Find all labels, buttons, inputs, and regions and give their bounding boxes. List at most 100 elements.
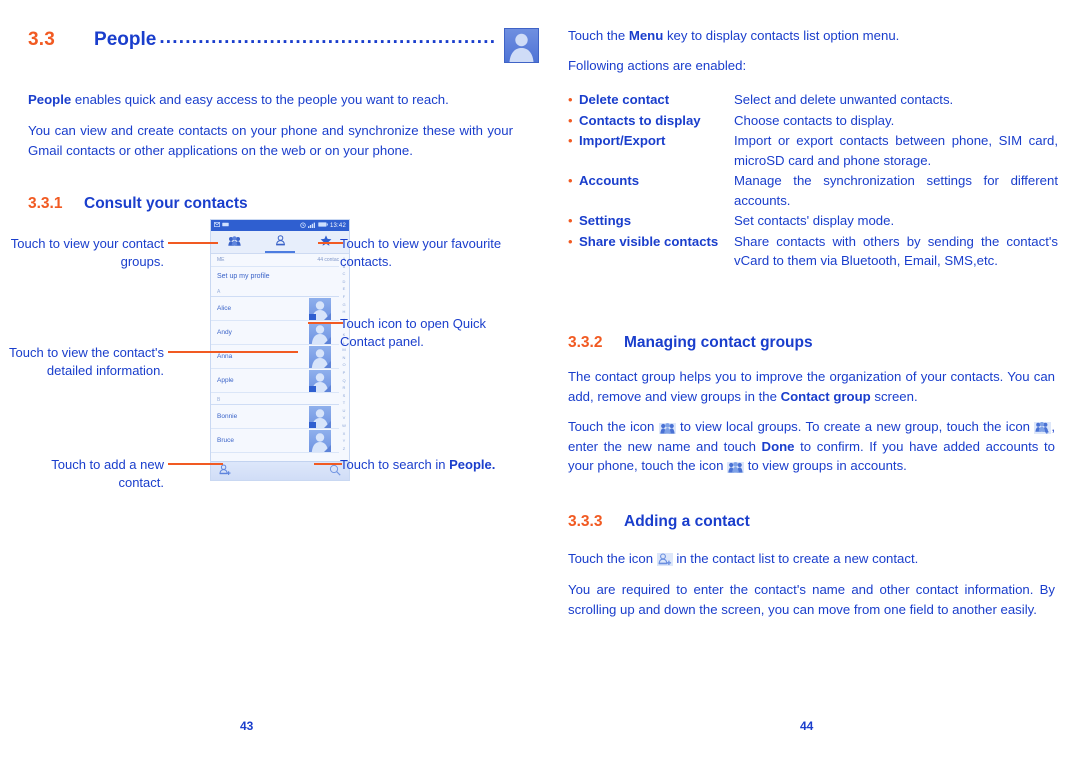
option-description: Select and delete unwanted contacts. <box>734 92 954 107</box>
alpha-index-letter[interactable]: P <box>343 369 346 377</box>
sim-icon <box>222 222 229 229</box>
alpha-index-letter[interactable]: N <box>343 354 346 362</box>
thumbnail-corner <box>324 361 331 368</box>
menu-intro-prefix: Touch the <box>568 28 629 43</box>
alpha-index-letter[interactable]: O <box>342 361 345 369</box>
add-contact-icon <box>656 553 673 566</box>
alpha-index-letter[interactable]: X <box>343 430 346 438</box>
option-term: Settings <box>579 213 632 228</box>
section-number: 3.3 <box>28 29 56 50</box>
phone-screenshot: 13:42 ME 44 contacts Set up my profile A… <box>210 219 350 481</box>
alpha-index-letter[interactable]: V <box>343 414 346 422</box>
thumbnail-badge <box>309 422 316 428</box>
contact-groups-icon <box>227 233 241 251</box>
list-item[interactable]: Apple <box>211 369 349 393</box>
phone-status-bar: 13:42 <box>211 220 349 231</box>
para-333-a: Touch the icon in the contact list to cr… <box>568 549 1055 569</box>
subsection-331-heading: 3.3.1 Consult your contacts <box>28 195 508 213</box>
option-row: • Settings Set contacts' display mode. <box>568 211 1058 231</box>
list-item-setup-profile[interactable]: Set up my profile <box>211 267 349 285</box>
para-332-b-part5: to view groups in accounts. <box>744 458 907 473</box>
contact-thumbnail[interactable] <box>309 430 331 452</box>
alpha-index-letter[interactable]: C <box>343 270 346 278</box>
contact-avatar-icon <box>504 28 539 63</box>
callout-details: Touch to view the contact's detailed inf… <box>9 345 164 378</box>
add-contact-button[interactable] <box>219 463 231 480</box>
list-item[interactable]: Bruce <box>211 429 349 453</box>
bullet-icon: • <box>568 233 573 249</box>
add-contact-group-icon <box>1034 422 1052 434</box>
subsection-333-title: Adding a contact <box>624 513 750 530</box>
list-item[interactable]: Bonnie <box>211 405 349 429</box>
contacts-tab[interactable] <box>257 231 303 253</box>
list-item[interactable]: Alice <box>211 297 349 321</box>
option-row: • Import/Export Import or export contact… <box>568 131 1058 170</box>
signal-icon <box>307 222 316 230</box>
contact-thumbnail[interactable] <box>309 346 331 368</box>
intro-paragraph-2: You can view and create contacts on your… <box>28 123 513 158</box>
contact-list[interactable]: ME 44 contacts Set up my profile A Alice <box>211 254 349 461</box>
option-term: Delete contact <box>579 92 670 107</box>
subsection-331-title: Consult your contacts <box>84 195 248 212</box>
menu-key-bold: Menu <box>628 28 664 43</box>
intro-paragraph-1: People enables quick and easy access to … <box>28 90 510 110</box>
dot-leader: ........................................… <box>159 27 497 48</box>
option-description: Share contacts with others by sending th… <box>734 233 1058 269</box>
contact-groups-icon <box>727 462 745 473</box>
contact-thumbnail[interactable] <box>309 322 331 344</box>
menu-intro-suffix: key to display contacts list option menu… <box>663 28 900 43</box>
option-term: Contacts to display <box>579 112 701 128</box>
para-333-a-part1: Touch the icon <box>568 551 657 566</box>
alpha-index-letter[interactable]: E <box>343 285 346 293</box>
section-heading: 3.3 People .............................… <box>28 27 528 53</box>
alpha-index-letter[interactable]: R <box>343 384 346 392</box>
contact-thumbnail[interactable] <box>309 370 331 392</box>
alpha-index-letter[interactable]: S <box>343 392 346 400</box>
right-page: Touch the Menu key to display contacts l… <box>568 0 1068 767</box>
alpha-index-letter[interactable]: U <box>343 407 346 415</box>
alpha-index-letter[interactable]: W <box>342 422 346 430</box>
para-332-a-part2: screen. <box>870 388 918 404</box>
option-description: Manage the synchronization settings for … <box>734 173 1058 208</box>
list-section-b: B <box>211 393 349 405</box>
option-description: Choose contacts to display. <box>734 112 895 128</box>
option-row: • Delete contact Select and delete unwan… <box>568 90 1058 110</box>
callout-search-bold: People. <box>449 457 496 472</box>
thumbnail-corner <box>324 337 331 344</box>
bullet-icon: • <box>568 173 573 188</box>
alphabet-index[interactable]: ABCDEFGHIJKLMNOPQRSTUVWXYZ <box>339 254 349 461</box>
intro-bold-people: People <box>28 92 72 107</box>
thumbnail-corner <box>324 385 331 392</box>
battery-icon <box>318 222 328 229</box>
list-item[interactable]: Anna <box>211 345 349 369</box>
callout-line-groups <box>168 242 218 244</box>
single-contact-icon <box>275 233 286 251</box>
alpha-index-letter[interactable]: G <box>342 301 345 309</box>
list-item[interactable]: Andy <box>211 321 349 345</box>
callout-line-search <box>314 463 342 465</box>
alpha-index-letter[interactable]: D <box>343 278 346 286</box>
alpha-index-letter[interactable]: Z <box>343 445 345 453</box>
bullet-icon: • <box>568 133 573 148</box>
para-333-b: You are required to enter the contact's … <box>568 582 1055 617</box>
alpha-index-letter[interactable]: Y <box>343 437 346 445</box>
menu-intro-paragraph: Touch the Menu key to display contacts l… <box>568 26 1058 46</box>
subsection-332-number: 3.3.2 <box>568 334 603 351</box>
callout-favourites: Touch to view your favourite contacts. <box>340 236 502 269</box>
bullet-icon: • <box>568 213 573 228</box>
para-332-a: The contact group helps you to improve t… <box>568 367 1055 406</box>
callout-line-quick-contact <box>308 322 343 324</box>
contact-thumbnail[interactable] <box>309 298 331 320</box>
menu-options-list: • Delete contact Select and delete unwan… <box>568 90 1058 272</box>
alpha-index-letter[interactable]: Q <box>342 377 345 385</box>
alpha-index-letter[interactable]: F <box>343 293 345 301</box>
thumbnail-badge <box>309 386 316 392</box>
bullet-icon: • <box>568 92 573 107</box>
callout-line-favourites <box>318 242 343 244</box>
manual-page-spread: 3.3 People .............................… <box>0 0 1080 767</box>
contact-thumbnail[interactable] <box>309 406 331 428</box>
subsection-333-heading: 3.3.3 Adding a contact <box>568 513 1058 531</box>
status-right-icons: 13:42 <box>300 222 346 230</box>
alpha-index-letter[interactable]: T <box>343 399 345 407</box>
callout-quick-contact: Touch icon to open Quick Contact panel. <box>340 316 486 349</box>
